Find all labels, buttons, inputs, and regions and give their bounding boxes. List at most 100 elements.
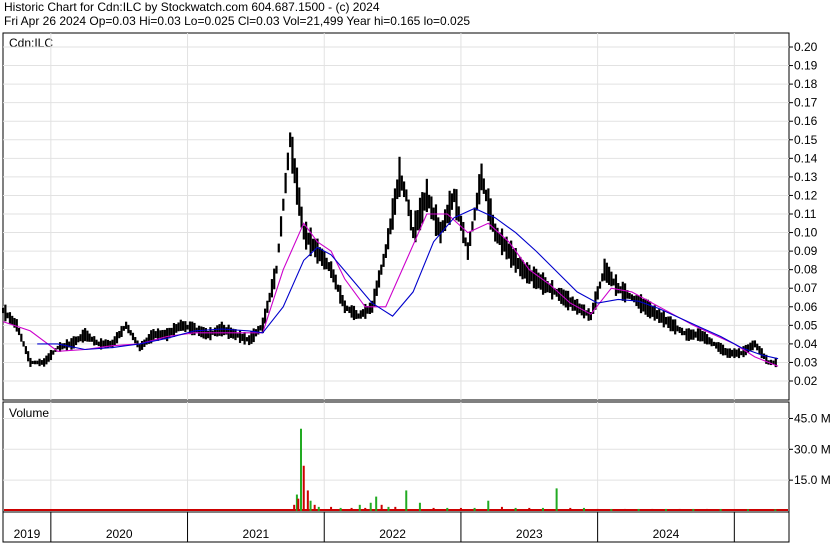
price-bar [295, 167, 299, 205]
volume-bar [528, 507, 531, 511]
price-bar [746, 344, 750, 353]
volume-bar [302, 465, 305, 511]
price-bar [662, 310, 665, 328]
price-bar [213, 327, 217, 337]
volume-bar [487, 500, 490, 511]
price-bar [685, 328, 688, 341]
volume-y-tick-label: 15.0 M [794, 473, 830, 487]
price-bar [170, 327, 173, 336]
price-bar [726, 348, 729, 358]
price-bar [79, 334, 82, 342]
volume-bar [596, 508, 599, 511]
price-bar [33, 360, 37, 365]
volume-y-tick-label: 45.0 M [794, 411, 830, 425]
price-bar [423, 192, 426, 211]
volume-bar [692, 508, 695, 511]
price-bar [601, 273, 604, 282]
price-bar [466, 242, 469, 260]
price-bar [434, 204, 438, 236]
price-y-tick-label: 0.05 [794, 318, 818, 332]
price-bar [724, 347, 727, 356]
price-bar [248, 335, 251, 346]
volume-bar [317, 506, 320, 511]
price-bar [412, 226, 415, 239]
chart-canvas: Cdn:ILC 0.20 0.19 0.18 0.17 0.16 0.15 0.14 0.13… [2, 32, 830, 543]
price-bar [209, 327, 212, 341]
volume-bar [380, 504, 383, 511]
price-bar [339, 285, 342, 304]
price-bar [721, 344, 725, 356]
price-y-tick-label: 0.11 [794, 207, 817, 221]
price-bar [268, 292, 271, 303]
price-bar [416, 210, 419, 231]
volume-bar [719, 508, 722, 511]
price-bar [398, 156, 401, 198]
volume-bar [637, 508, 640, 511]
price-bar [17, 327, 21, 336]
price-bar [756, 343, 759, 351]
volume-bar [418, 502, 421, 511]
volume-y-tick-label: 30.0 M [794, 442, 830, 456]
price-bar [705, 334, 709, 345]
volume-bar [746, 509, 749, 511]
price-bar [464, 237, 467, 247]
volume-bar [459, 507, 462, 511]
price-bar [614, 274, 618, 296]
price-bar [708, 337, 711, 345]
price-bar [701, 331, 704, 342]
price-bar [259, 325, 262, 331]
volume-bar [473, 507, 476, 511]
x-tick-label: 2022 [379, 527, 406, 541]
price-bar [273, 268, 276, 290]
price-bar [222, 324, 226, 336]
price-bar [77, 336, 80, 343]
price-bar [348, 306, 351, 314]
volume-bar [394, 506, 397, 511]
price-bar [195, 327, 198, 333]
price-bar [291, 136, 294, 174]
price-bar [407, 199, 410, 217]
price-bar [690, 329, 693, 340]
price-bar [655, 310, 659, 319]
price-bar [484, 189, 488, 202]
price-y-tick-label: 0.02 [794, 374, 818, 388]
price-bar [760, 348, 763, 359]
price-bar [6, 312, 9, 319]
volume-bar [705, 508, 708, 511]
price-bar [90, 336, 94, 342]
price-bar [671, 319, 675, 332]
volume-panel-title: Volume [9, 406, 49, 420]
price-bar [332, 269, 335, 283]
price-y-tick-label: 0.07 [794, 281, 818, 295]
price-bar [88, 333, 91, 342]
price-bar [598, 281, 602, 289]
price-bar [377, 270, 381, 288]
price-y-tick-label: 0.12 [794, 188, 818, 202]
price-bar [535, 268, 538, 290]
price-bar [238, 329, 242, 343]
price-bar [27, 351, 30, 362]
moving-average-line [2, 213, 779, 367]
price-bar [154, 331, 157, 339]
price-bar [733, 348, 736, 359]
price-bar [357, 313, 360, 319]
price-bar [236, 333, 239, 338]
price-y-tick-label: 0.08 [794, 263, 818, 277]
price-bar [740, 351, 743, 356]
price-bar [352, 305, 356, 321]
price-bar [731, 349, 734, 357]
price-y-tick-label: 0.10 [794, 226, 818, 240]
price-bar [719, 342, 722, 355]
volume-bars [4, 428, 788, 511]
price-bar [286, 152, 289, 171]
volume-bar [387, 506, 390, 511]
price-bar [608, 266, 611, 285]
price-bar [387, 228, 390, 250]
volume-bar [678, 508, 681, 511]
price-bar [519, 256, 522, 277]
price-bar [628, 292, 631, 299]
price-bar [521, 260, 524, 280]
price-bar [346, 305, 349, 312]
price-bar [596, 286, 599, 300]
price-bar [234, 329, 237, 341]
